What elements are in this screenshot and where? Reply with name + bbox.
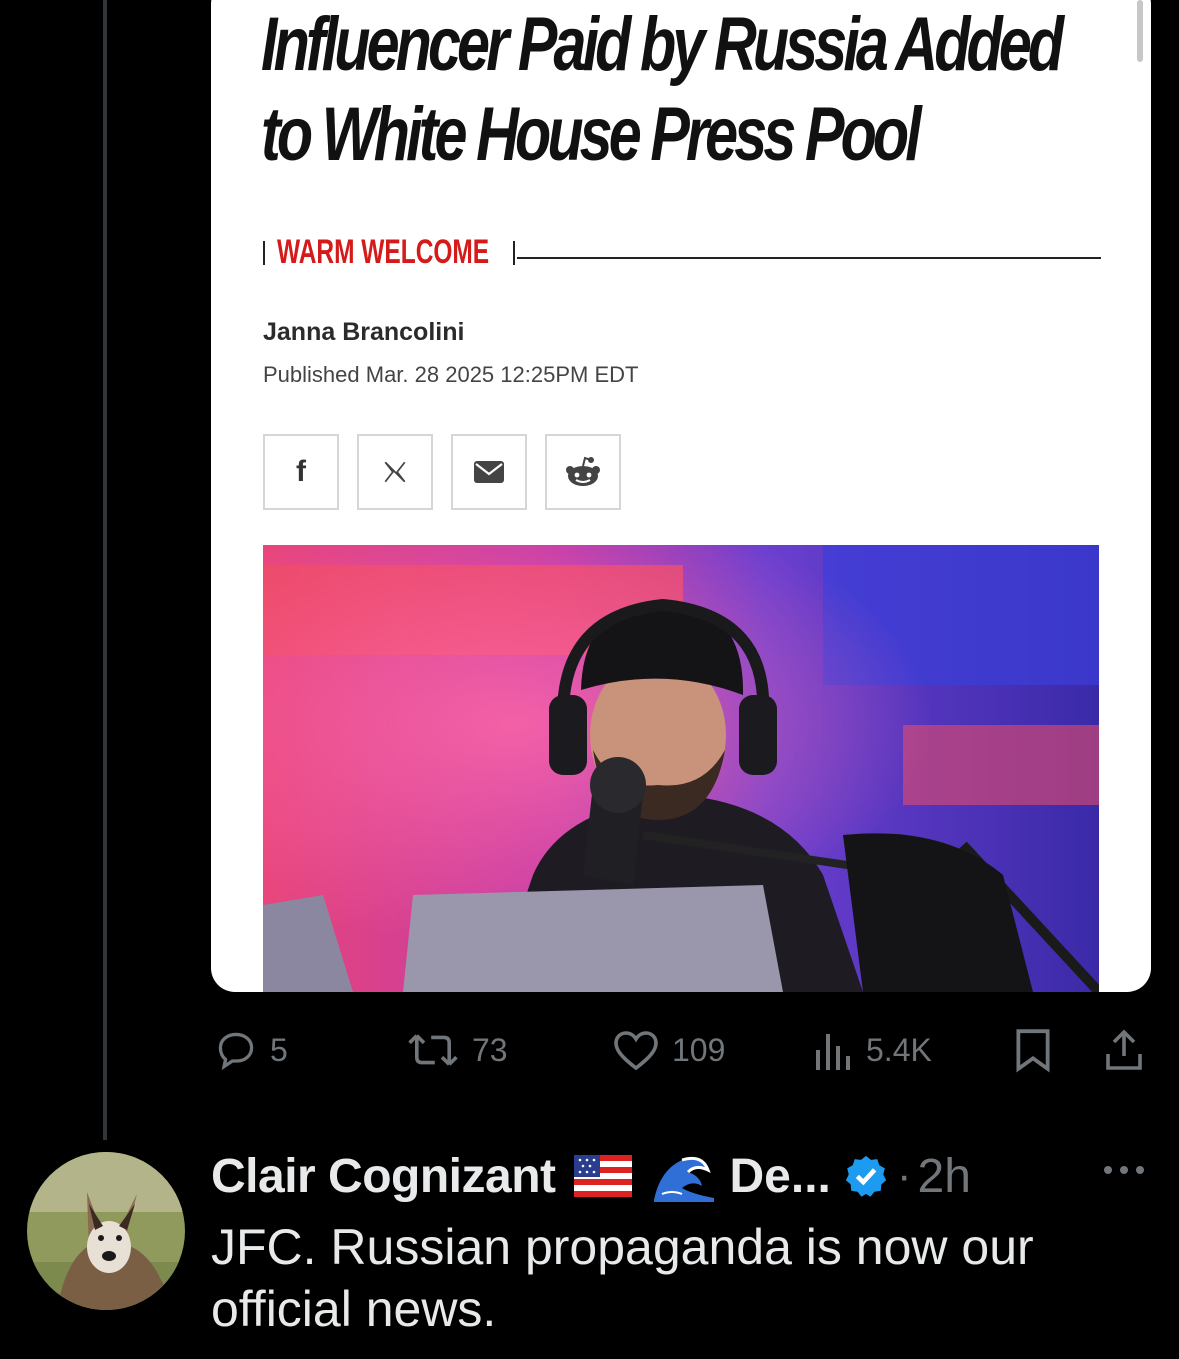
headline-line-2: to White House Press Pool: [261, 92, 922, 177]
avatar[interactable]: [27, 1152, 185, 1310]
us-flag-icon: [573, 1155, 632, 1197]
more-dots-icon: [1104, 1166, 1144, 1174]
kicker-divider: [513, 241, 515, 265]
timestamp[interactable]: 2h: [918, 1149, 971, 1204]
facebook-icon: f: [296, 455, 306, 488]
reply-header: Clair Cognizant De... · 2h: [211, 1146, 971, 1206]
kicker-rule: [517, 257, 1101, 259]
display-name[interactable]: Clair Cognizant: [211, 1149, 556, 1204]
more-options-button[interactable]: [1100, 1160, 1148, 1185]
separator-dot: ·: [896, 1151, 912, 1200]
share-upload-icon: [1106, 1029, 1142, 1070]
like-count: 109: [672, 1031, 726, 1068]
views-button[interactable]: 5.4K: [814, 1022, 932, 1078]
repost-icon: [408, 1034, 458, 1066]
views-chart-icon: [816, 1034, 850, 1070]
article-photo: [263, 545, 1099, 992]
bookmark-icon: [1016, 1029, 1050, 1073]
article-kicker: WARM WELCOME: [277, 233, 490, 271]
verified-badge-icon: [845, 1155, 887, 1197]
share-button[interactable]: [1102, 1022, 1146, 1078]
share-x-button[interactable]: [357, 434, 433, 510]
reply-count: 5: [270, 1031, 288, 1068]
tweet-actions: 5 73 109 5.4K: [0, 1022, 1179, 1078]
wave-emoji-icon: [653, 1156, 714, 1202]
share-reddit-button[interactable]: [545, 434, 621, 510]
headline-line-1: Influencer Paid by Russia Added: [261, 2, 1064, 87]
kicker-row: WARM WELCOME: [261, 235, 1101, 269]
like-button[interactable]: 109: [612, 1022, 725, 1078]
bookmark-button[interactable]: [1014, 1022, 1052, 1078]
heart-icon: [614, 1031, 658, 1071]
article-published-date: Published Mar. 28 2025 12:25PM EDT: [263, 362, 639, 387]
mail-icon: [474, 461, 504, 483]
views-count: 5.4K: [866, 1031, 932, 1068]
reply-button[interactable]: 5: [214, 1022, 288, 1078]
x-icon: [384, 461, 406, 483]
repost-button[interactable]: 73: [406, 1022, 508, 1078]
truncated-name: De...: [729, 1149, 831, 1203]
kicker-divider: [263, 241, 265, 265]
article-author: Janna Brancolini: [263, 318, 465, 346]
card-scrollbar: [1137, 0, 1143, 62]
reply-text: JFC. Russian propaganda is now our offic…: [211, 1219, 1034, 1337]
article-image-card[interactable]: Influencer Paid by Russia Added to White…: [211, 0, 1151, 992]
article-headline: Influencer Paid by Russia Added to White…: [261, 0, 1064, 180]
thread-connector-line: [103, 0, 107, 1140]
repost-count: 73: [472, 1031, 508, 1068]
share-mail-button[interactable]: [451, 434, 527, 510]
reply-icon: [218, 1032, 254, 1071]
reddit-icon: [566, 456, 600, 486]
share-facebook-button[interactable]: f: [263, 434, 339, 510]
